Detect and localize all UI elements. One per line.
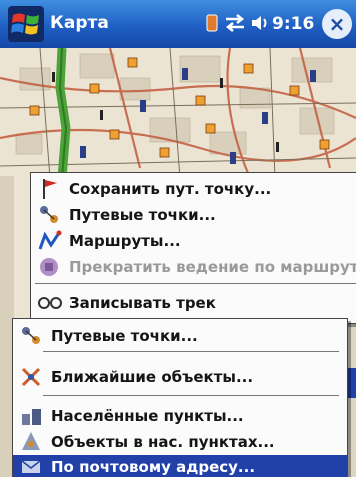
menu-item-label: Прекратить ведение по маршруту <box>69 258 356 276</box>
submenu-item-nearest[interactable]: Ближайшие объекты... <box>13 364 347 390</box>
track-icon <box>38 297 62 309</box>
stop-route-icon <box>40 258 58 276</box>
submenu-item-postal-address[interactable]: По почтовому адресу... <box>13 455 347 477</box>
submenu: Путевые точки... Ближайшие объекты... На… <box>12 318 348 477</box>
submenu-item-waypoints[interactable]: Путевые точки... <box>13 323 347 349</box>
menu-item-stop-route: Прекратить ведение по маршруту <box>31 254 356 280</box>
waypoints-icon <box>40 206 58 223</box>
submenu-item-city-objects[interactable]: Объекты в нас. пунктах... <box>13 429 347 455</box>
flag-icon <box>43 179 57 199</box>
waypoints-icon <box>22 327 40 344</box>
context-menu: Сохранить пут. точку... Путевые точки...… <box>30 172 356 324</box>
windows-flag-icon[interactable] <box>8 6 44 42</box>
menu-item-save-waypoint[interactable]: Сохранить пут. точку... <box>31 176 356 202</box>
title-bar: Карта 9:16 × <box>0 0 356 48</box>
route-icon <box>38 230 62 250</box>
menu-divider <box>43 351 339 352</box>
menu-item-label: Маршруты... <box>69 232 181 250</box>
city-objects-icon <box>22 432 40 450</box>
menu-item-waypoints[interactable]: Путевые точки... <box>31 202 356 228</box>
menu-item-label: Путевые точки... <box>69 206 216 224</box>
menu-item-label: Путевые точки... <box>51 327 198 345</box>
menu-item-label: Сохранить пут. точку... <box>69 180 272 198</box>
speaker-icon[interactable] <box>250 14 270 36</box>
window-title: Карта <box>50 13 109 33</box>
postal-address-icon <box>21 460 41 473</box>
submenu-item-settlements[interactable]: Населённые пункты... <box>13 403 347 429</box>
nearest-objects-icon <box>21 367 41 387</box>
menu-item-label: Записывать трек <box>69 294 216 312</box>
menu-item-label: Объекты в нас. пунктах... <box>51 433 275 451</box>
sync-arrows-icon[interactable] <box>224 14 246 36</box>
settlements-icon <box>22 409 41 425</box>
menu-item-label: По почтовому адресу... <box>51 458 256 476</box>
menu-divider <box>43 395 339 396</box>
menu-item-label: Ближайшие объекты... <box>51 368 254 386</box>
close-button[interactable]: × <box>322 9 352 39</box>
status-indicator-icon <box>206 14 218 36</box>
menu-divider <box>35 283 356 284</box>
menu-item-label: Населённые пункты... <box>51 407 244 425</box>
menu-item-routes[interactable]: Маршруты... <box>31 228 356 254</box>
clock: 9:16 <box>272 14 315 34</box>
menu-item-record-track[interactable]: Записывать трек <box>31 290 356 316</box>
pocketpc-screen: Карта 9:16 × Сохранить пут. точку... Пут… <box>0 0 356 477</box>
